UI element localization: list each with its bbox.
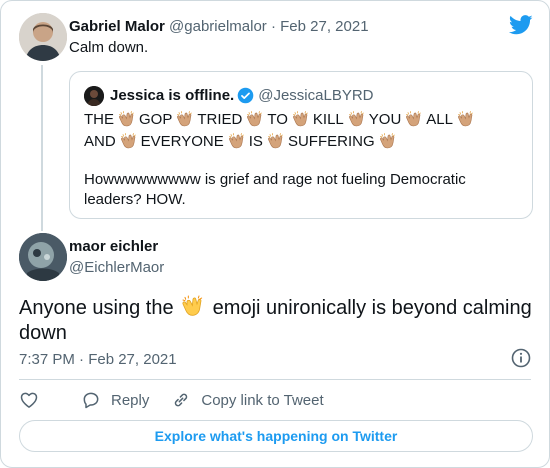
clapping-hands-emoji <box>405 110 423 128</box>
clapping-hands-emoji <box>246 110 264 128</box>
clapping-hands-emoji <box>176 110 194 128</box>
info-icon[interactable] <box>511 348 531 368</box>
tweet-timestamp[interactable]: 7:37 PM · Feb 27, 2021 <box>19 351 177 368</box>
thread-connector-line <box>41 65 43 231</box>
parent-tweet-text: Calm down. <box>69 39 149 56</box>
quoted-word: GOP <box>139 110 173 128</box>
clapping-hands-emoji <box>181 294 205 318</box>
quoted-word: EVERYONE <box>140 132 224 150</box>
parent-handle[interactable]: @gabrielmalor <box>169 18 267 35</box>
clapping-hands-emoji <box>348 110 366 128</box>
quoted-word: KILL <box>312 110 344 128</box>
explore-twitter-button[interactable]: Explore what's happening on Twitter <box>19 420 533 452</box>
clapping-hands-emoji <box>228 132 246 150</box>
quoted-word: TO <box>267 110 288 128</box>
parent-tweet-header: Gabriel Malor @gabrielmalor · Feb 27, 20… <box>69 18 369 35</box>
tweet-embed-card: Gabriel Malor @gabrielmalor · Feb 27, 20… <box>0 0 550 468</box>
quoted-text-line-1: THE GOP TRIED TO KILL YOU ALL <box>84 110 478 128</box>
avatar-gabriel-malor[interactable] <box>19 13 67 61</box>
quoted-word: ALL <box>426 110 453 128</box>
quoted-paragraph: Howwwwwwwww is grief and rage not fuelin… <box>84 171 466 208</box>
reply-icon <box>83 392 99 409</box>
clapping-hands-emoji <box>379 132 397 150</box>
quoted-tweet-header: Jessica is offline. @JessicaLBYRD <box>110 87 374 104</box>
copy-link-label: Copy link to Tweet <box>201 391 324 409</box>
clapping-hands-emoji <box>120 132 138 150</box>
quoted-handle: @JessicaLBYRD <box>258 87 374 104</box>
header-separator: · <box>266 18 281 35</box>
clapping-hands-emoji <box>118 110 136 128</box>
quoted-display-name: Jessica is offline. <box>110 87 235 104</box>
quoted-word: AND <box>84 132 116 150</box>
quoted-tweet[interactable]: Jessica is offline. @JessicaLBYRD THE GO… <box>69 71 533 219</box>
main-tweet-text: Anyone using the emoji unironically is b… <box>19 294 539 346</box>
parent-display-name[interactable]: Gabriel Malor <box>69 18 165 35</box>
quoted-text-line-2: AND EVERYONE IS SUFFERING <box>84 132 400 150</box>
like-button[interactable] <box>19 390 49 410</box>
clapping-hands-emoji <box>292 110 310 128</box>
twitter-bird-icon[interactable] <box>509 15 533 35</box>
main-handle[interactable]: @EichlerMaor <box>69 259 164 276</box>
reply-button[interactable]: Reply <box>81 390 149 410</box>
copy-link-button[interactable]: Copy link to Tweet <box>171 390 324 410</box>
quoted-word: IS <box>248 132 263 150</box>
clapping-hands-emoji <box>457 110 475 128</box>
verified-badge-icon <box>237 87 254 104</box>
avatar-jessica <box>84 86 104 106</box>
reply-label: Reply <box>111 391 150 409</box>
quoted-word: TRIED <box>197 110 243 128</box>
quoted-word: SUFFERING <box>287 132 375 150</box>
action-bar: Reply Copy link to Tweet <box>19 389 346 411</box>
divider <box>19 379 531 380</box>
link-icon <box>175 393 188 407</box>
main-display-name[interactable]: maor eichler <box>69 238 158 255</box>
main-text-part-1: Anyone using the <box>19 297 180 319</box>
heart-icon <box>20 392 38 408</box>
avatar-maor-eichler[interactable] <box>19 233 67 281</box>
parent-date[interactable]: Feb 27, 2021 <box>280 18 368 35</box>
quoted-word: YOU <box>368 110 402 128</box>
quoted-word: THE <box>84 110 114 128</box>
clapping-hands-emoji <box>267 132 285 150</box>
